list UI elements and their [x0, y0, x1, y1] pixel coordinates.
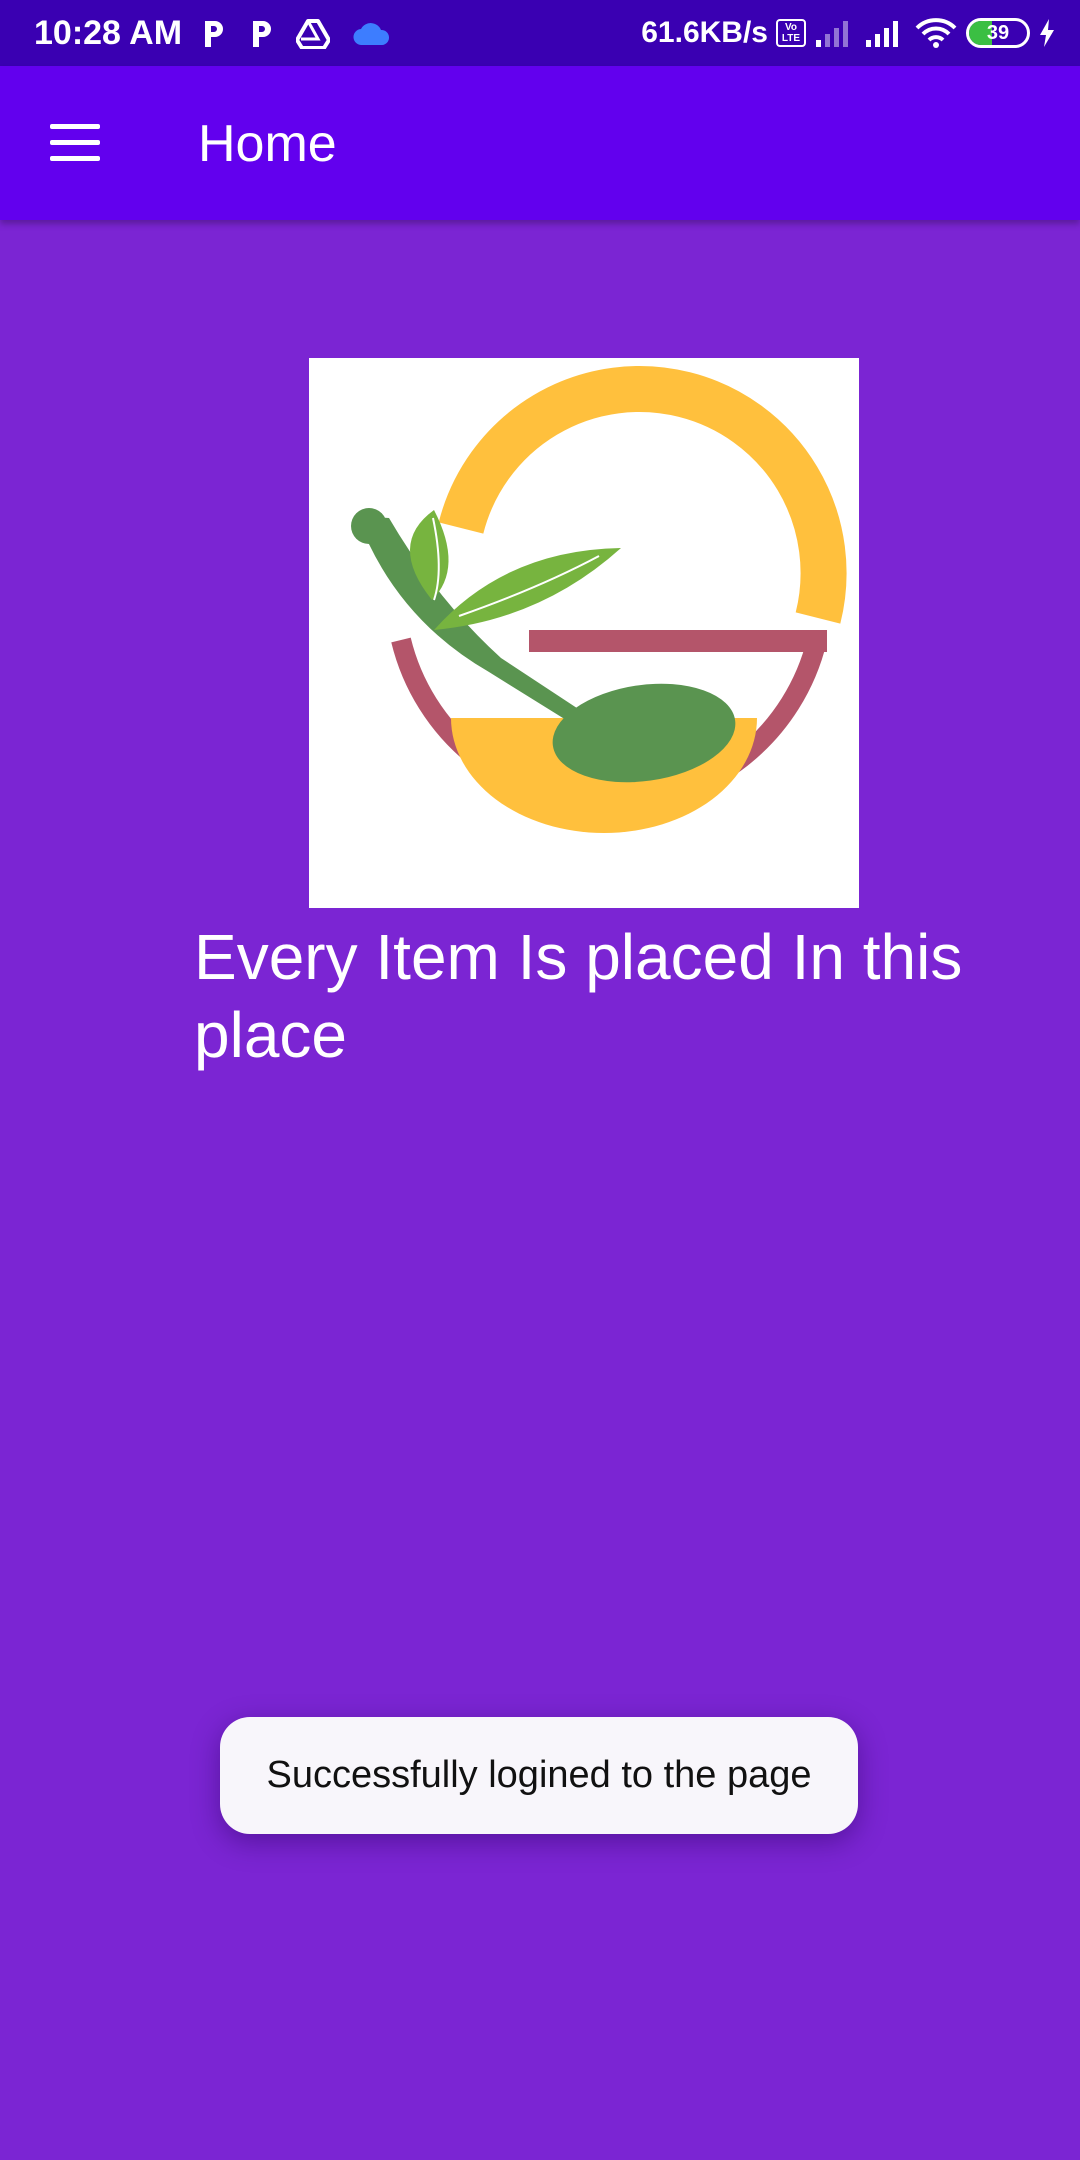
app-bar: Home — [0, 66, 1080, 220]
app-logo — [309, 358, 859, 908]
tagline-text: Every Item Is placed In this place — [194, 921, 963, 1071]
p-app-icon — [205, 21, 223, 47]
cloud-icon — [353, 23, 390, 46]
page-title: Home — [198, 115, 337, 173]
status-time: 10:28 AM — [34, 14, 183, 52]
status-bar: 10:28 AM 61.6KB/s Vo LTE 39 — [0, 0, 1080, 66]
toast-message: Successfully logined to the page — [266, 1754, 812, 1796]
spoon-bowl-leaf-logo — [351, 365, 847, 833]
volte-icon: Vo LTE — [776, 19, 806, 47]
toast-notification: Successfully logined to the page — [220, 1717, 858, 1834]
battery-level: 39 — [986, 22, 1010, 44]
network-speed: 61.6KB/s — [641, 16, 768, 49]
hamburger-menu-icon[interactable] — [46, 118, 106, 168]
drive-icon — [296, 19, 330, 49]
wifi-icon — [915, 18, 957, 48]
status-right-group: 61.6KB/s Vo LTE 39 — [641, 12, 1056, 54]
p-app-icon — [253, 21, 271, 47]
charging-bolt-icon — [1040, 19, 1054, 47]
notification-icons — [200, 14, 390, 54]
signal-strong-icon — [866, 21, 898, 47]
battery-icon: 39 — [966, 18, 1030, 48]
signal-weak-icon — [816, 21, 848, 47]
